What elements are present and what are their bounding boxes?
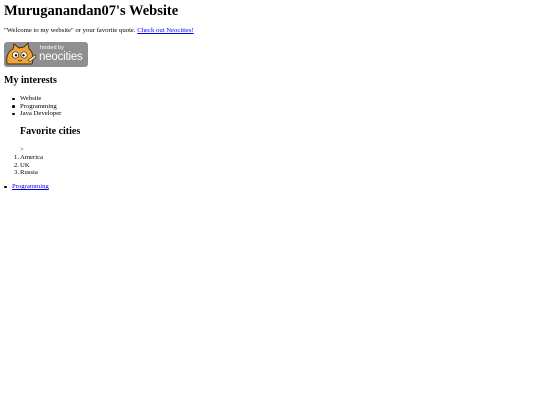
page: Muruganandan07's Website "Welcome to my … (0, 0, 540, 405)
bullet-icon (4, 185, 7, 189)
list-item: Website (12, 95, 61, 103)
list-item-label: Programming (20, 102, 57, 110)
list-item: 3. Russia (13, 169, 38, 177)
interests-list: Website Programming Java Developer (12, 95, 62, 118)
cities-list: 1. America 2. UK 3. Russia (13, 154, 44, 177)
hosted-by-neocities-badge[interactable]: hosted by neocities (4, 42, 88, 67)
bottom-link-list: Programming (4, 183, 49, 191)
neocities-link[interactable]: Check out Neocities! (137, 27, 193, 34)
bullet-icon (12, 105, 15, 108)
list-item-label: Website (20, 95, 42, 102)
list-item: 2. UK (13, 161, 30, 169)
list-item-label: America (20, 154, 44, 161)
stray-text: > (20, 146, 24, 153)
cities-heading: Favorite cities (20, 126, 81, 137)
programming-link[interactable]: Programming (12, 183, 49, 190)
interests-heading: My interests (4, 75, 57, 86)
list-item: Programming (12, 102, 61, 111)
list-item-label: UK (20, 161, 30, 169)
list-item: 1. America (13, 154, 44, 161)
intro-paragraph: "Welcome to my website" or your favorite… (4, 27, 194, 35)
list-item-label: Russia (20, 169, 38, 177)
bullet-icon (12, 112, 15, 116)
favorite-quote: "Welcome to my website" or your favorite… (4, 27, 136, 34)
bullet-icon (12, 97, 15, 101)
badge-big-text: neocities (39, 51, 83, 63)
list-item: Java Developer (12, 110, 62, 118)
list-item: Programming (4, 183, 49, 191)
page-title: Muruganandan07's Website (4, 3, 179, 19)
neocities-kitty-icon (6, 42, 37, 65)
list-item-label: Java Developer (20, 110, 62, 118)
